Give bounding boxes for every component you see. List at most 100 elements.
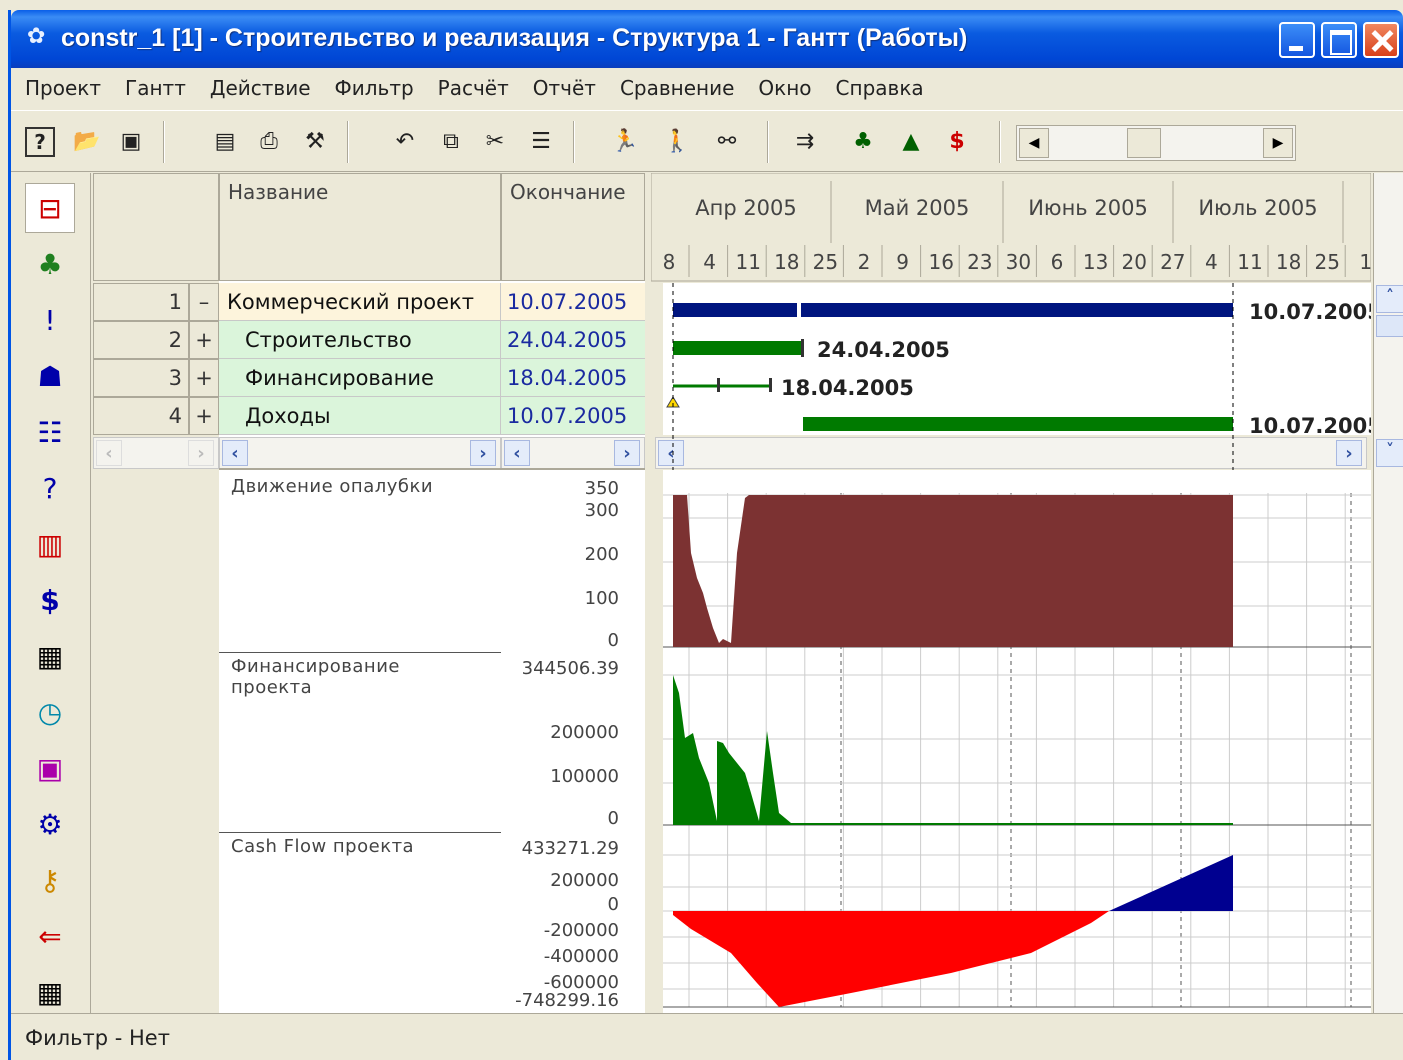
- scroll-right-arrow[interactable]: ›: [188, 440, 214, 466]
- task-end-date[interactable]: 24.04.2005: [501, 321, 645, 359]
- cashflow-tick-label: 200000: [550, 870, 619, 891]
- resource-icon[interactable]: ♣: [845, 123, 881, 159]
- undo-icon[interactable]: ↶: [387, 123, 423, 159]
- copy-icon[interactable]: ⧉: [433, 123, 469, 159]
- week-label: 4: [1205, 250, 1218, 274]
- scroll-left-arrow[interactable]: ‹: [504, 440, 530, 466]
- calendar-arrow-person-icon[interactable]: ⇐: [25, 911, 75, 961]
- formwork-area: [673, 495, 1233, 647]
- cut-icon[interactable]: ✂: [477, 123, 513, 159]
- week-label: 11: [735, 250, 760, 274]
- bar-end-label: 10.07.2005: [1249, 300, 1371, 324]
- task-end-date[interactable]: 18.04.2005: [501, 359, 645, 397]
- columns-icon[interactable]: ▤: [207, 123, 243, 159]
- calendar-tools-icon[interactable]: ⚙: [25, 799, 75, 849]
- scroll-right-arrow[interactable]: ›: [470, 440, 496, 466]
- toolbar-scrollbar[interactable]: ◀ ▶: [1016, 125, 1296, 161]
- calendar-key-icon[interactable]: ⚷: [25, 855, 75, 905]
- row-toggle[interactable]: +: [189, 321, 219, 359]
- task-name[interactable]: Коммерческий проект: [219, 283, 501, 321]
- resource-view-icon[interactable]: ♣: [25, 239, 75, 289]
- end-scrollbar[interactable]: ‹ ›: [501, 437, 645, 469]
- cashflow-tick-label: -748299.16: [515, 990, 619, 1011]
- row-number[interactable]: 1: [93, 283, 189, 321]
- week-label: 1: [1359, 250, 1371, 274]
- menu-compare[interactable]: Сравнение: [620, 76, 734, 100]
- gantt-view-icon[interactable]: ⊟: [25, 183, 75, 233]
- row-number[interactable]: 4: [93, 397, 189, 435]
- scroll-thumb[interactable]: [1127, 128, 1161, 158]
- gantt-chart[interactable]: Апр 2005 Май 2005 Июнь 2005 Июль 2005 8 4 11 18…: [651, 173, 1371, 1013]
- row-toggle[interactable]: +: [189, 359, 219, 397]
- financing-tick-label: 100000: [550, 766, 619, 787]
- cost-icon[interactable]: $: [939, 123, 975, 159]
- link-chain-icon[interactable]: ⇉: [787, 123, 823, 159]
- print-icon[interactable]: ⎙: [251, 123, 287, 159]
- name-scrollbar[interactable]: ‹ ›: [219, 437, 501, 469]
- scroll-down-arrow[interactable]: ˅: [1376, 439, 1403, 467]
- task-name[interactable]: Строительство: [219, 321, 501, 359]
- task-name[interactable]: Финансирование: [219, 359, 501, 397]
- calendar-more-icon[interactable]: ▦: [25, 967, 75, 1017]
- menu-bar: Проект Гантт Действие Фильтр Расчёт Отчё…: [11, 68, 1403, 108]
- bar-end-label: 10.07.2005: [1249, 414, 1371, 438]
- run-person-icon[interactable]: 🏃: [607, 123, 643, 159]
- vertical-scrollbar[interactable]: ˄ ˅: [1373, 173, 1403, 1013]
- week-label: 23: [967, 250, 992, 274]
- scroll-left-arrow[interactable]: ‹: [96, 440, 122, 466]
- scroll-left-arrow[interactable]: ‹: [222, 440, 248, 466]
- menu-calc[interactable]: Расчёт: [438, 76, 509, 100]
- row-toggle[interactable]: +: [189, 397, 219, 435]
- calendar-clock-icon[interactable]: ◷: [25, 687, 75, 737]
- calendar-book-icon[interactable]: ▥: [25, 519, 75, 569]
- calendar-grid-icon[interactable]: ▣: [25, 743, 75, 793]
- menu-help[interactable]: Справка: [836, 76, 924, 100]
- minimize-button[interactable]: [1279, 22, 1315, 58]
- formwork-tick-label: 350: [584, 478, 619, 499]
- menu-report[interactable]: Отчёт: [533, 76, 596, 100]
- menu-action[interactable]: Действие: [210, 76, 311, 100]
- title-bar[interactable]: ✿ constr_1 [1] - Строительство и реализа…: [11, 10, 1403, 68]
- menu-project[interactable]: Проект: [25, 76, 101, 100]
- row-number[interactable]: 2: [93, 321, 189, 359]
- menu-gantt[interactable]: Гантт: [125, 76, 186, 100]
- hammer-icon[interactable]: ⚒: [297, 123, 333, 159]
- num-scrollbar[interactable]: ‹ ›: [93, 437, 219, 469]
- row-number[interactable]: 3: [93, 359, 189, 397]
- vertical-scroll-thumb[interactable]: [1376, 315, 1403, 337]
- task-end-date[interactable]: 10.07.2005: [501, 397, 645, 435]
- row-toggle[interactable]: –: [189, 283, 219, 321]
- formwork-tick-label: 100: [584, 588, 619, 609]
- name-header[interactable]: Название: [219, 173, 501, 281]
- task-bar: [803, 417, 1233, 431]
- link-icon[interactable]: ⚯: [709, 123, 745, 159]
- menu-window[interactable]: Окно: [758, 76, 811, 100]
- maximize-button[interactable]: [1321, 22, 1357, 58]
- scroll-right-arrow[interactable]: ›: [614, 440, 640, 466]
- close-button[interactable]: [1363, 22, 1399, 58]
- help-icon[interactable]: ?: [25, 127, 55, 157]
- end-header[interactable]: Окончание: [501, 173, 645, 281]
- scroll-up-arrow[interactable]: ˄: [1376, 285, 1403, 313]
- chart-labels-area: Движение опалубки Финансирование проекта…: [219, 468, 501, 1013]
- person-icon[interactable]: 🚶: [659, 123, 695, 159]
- calendar-warning-icon[interactable]: !: [25, 295, 75, 345]
- menu-filter[interactable]: Фильтр: [335, 76, 414, 100]
- cashflow-tick-label: 0: [607, 894, 619, 915]
- bar-tick: [717, 378, 720, 392]
- paste-list-icon[interactable]: ☰: [523, 123, 559, 159]
- calendar-people-icon[interactable]: ☷: [25, 407, 75, 457]
- calendar-person-icon[interactable]: ☗: [25, 351, 75, 401]
- scroll-right-arrow[interactable]: ▶: [1263, 128, 1293, 158]
- calendar-money-icon[interactable]: $: [25, 575, 75, 625]
- save-icon[interactable]: ▣: [113, 123, 149, 159]
- task-name[interactable]: Доходы: [219, 397, 501, 435]
- cashflow-tick-label: -200000: [543, 920, 619, 941]
- resource-chart-icon[interactable]: ▲: [893, 123, 929, 159]
- scroll-left-arrow[interactable]: ◀: [1019, 128, 1049, 158]
- calendar-question-icon[interactable]: ?: [25, 463, 75, 513]
- task-end-date[interactable]: 10.07.2005: [501, 283, 645, 321]
- open-folder-icon[interactable]: 📂: [69, 123, 105, 159]
- row-number-header: [93, 173, 219, 281]
- calendar-doc-icon[interactable]: ▦: [25, 631, 75, 681]
